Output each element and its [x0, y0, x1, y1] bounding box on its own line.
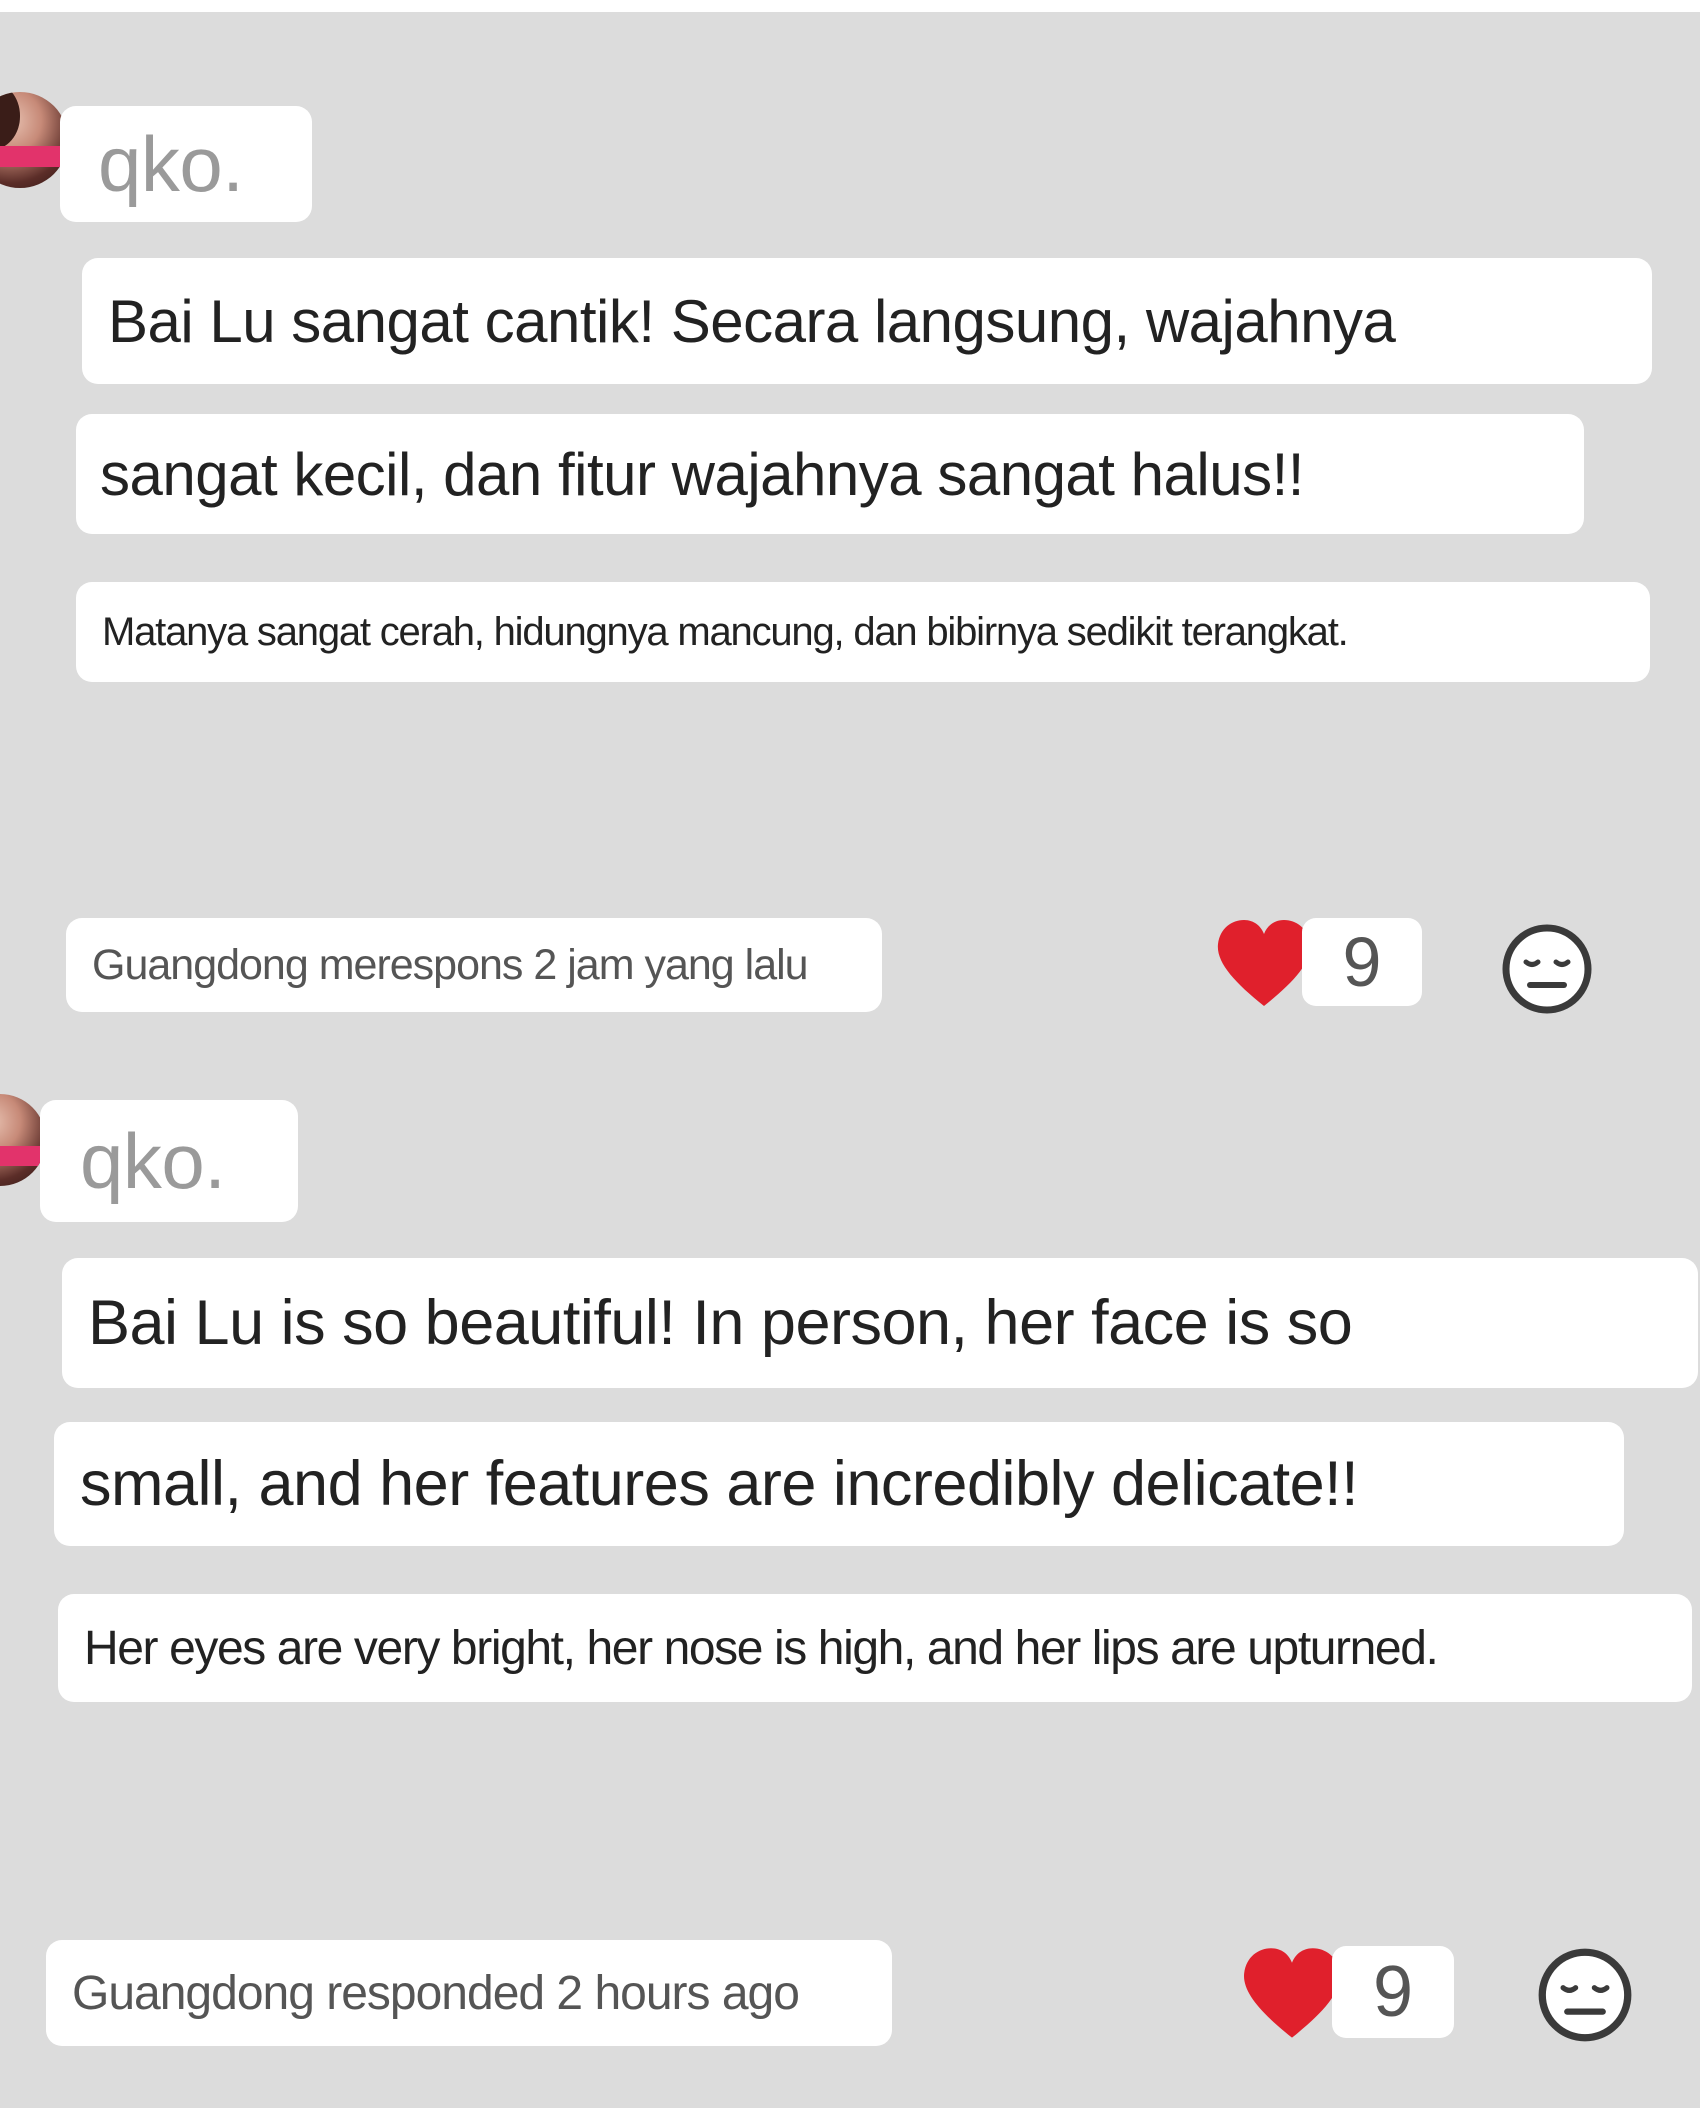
username-text: qko.	[98, 119, 244, 208]
avatar[interactable]	[0, 92, 68, 188]
reply-meta-text: Guangdong merespons 2 jam yang lalu	[92, 940, 809, 989]
neutral-face-icon[interactable]	[1536, 1946, 1634, 2044]
bottom-border	[0, 2108, 1700, 2120]
username-label[interactable]: qko.	[40, 1100, 298, 1222]
username-label[interactable]: qko.	[60, 106, 312, 222]
heart-icon[interactable]	[1240, 1946, 1344, 2042]
neutral-face-icon[interactable]	[1500, 922, 1594, 1016]
username-text: qko.	[80, 1116, 226, 1205]
reply-meta[interactable]: Guangdong merespons 2 jam yang lalu	[66, 918, 882, 1012]
like-count: 9	[1332, 1946, 1454, 2038]
comment-line-text: Bai Lu is so beautiful! In person, her f…	[88, 1288, 1353, 1358]
top-border	[0, 0, 1700, 12]
comment-line-text: Matanya sangat cerah, hidungnya mancung,…	[102, 609, 1349, 654]
heart-icon[interactable]	[1214, 918, 1314, 1010]
comment-line: Bai Lu is so beautiful! In person, her f…	[62, 1258, 1698, 1388]
comment-line-text: Her eyes are very bright, her nose is hi…	[84, 1621, 1439, 1675]
comment-line-text: Bai Lu sangat cantik! Secara langsung, w…	[108, 287, 1396, 355]
comment-line: sangat kecil, dan fitur wajahnya sangat …	[76, 414, 1584, 534]
comment-line: small, and her features are incredibly d…	[54, 1422, 1624, 1546]
comment-line: Bai Lu sangat cantik! Secara langsung, w…	[82, 258, 1652, 384]
like-count: 9	[1302, 918, 1422, 1006]
comment-line-text: sangat kecil, dan fitur wajahnya sangat …	[100, 440, 1304, 508]
like-count-text: 9	[1342, 923, 1382, 1001]
comment-line: Her eyes are very bright, her nose is hi…	[58, 1594, 1692, 1702]
comment-line-text: small, and her features are incredibly d…	[80, 1449, 1359, 1519]
like-count-text: 9	[1372, 1952, 1414, 2032]
reply-meta[interactable]: Guangdong responded 2 hours ago	[46, 1940, 892, 2046]
comment-line: Matanya sangat cerah, hidungnya mancung,…	[76, 582, 1650, 682]
reply-meta-text: Guangdong responded 2 hours ago	[72, 1966, 800, 2020]
